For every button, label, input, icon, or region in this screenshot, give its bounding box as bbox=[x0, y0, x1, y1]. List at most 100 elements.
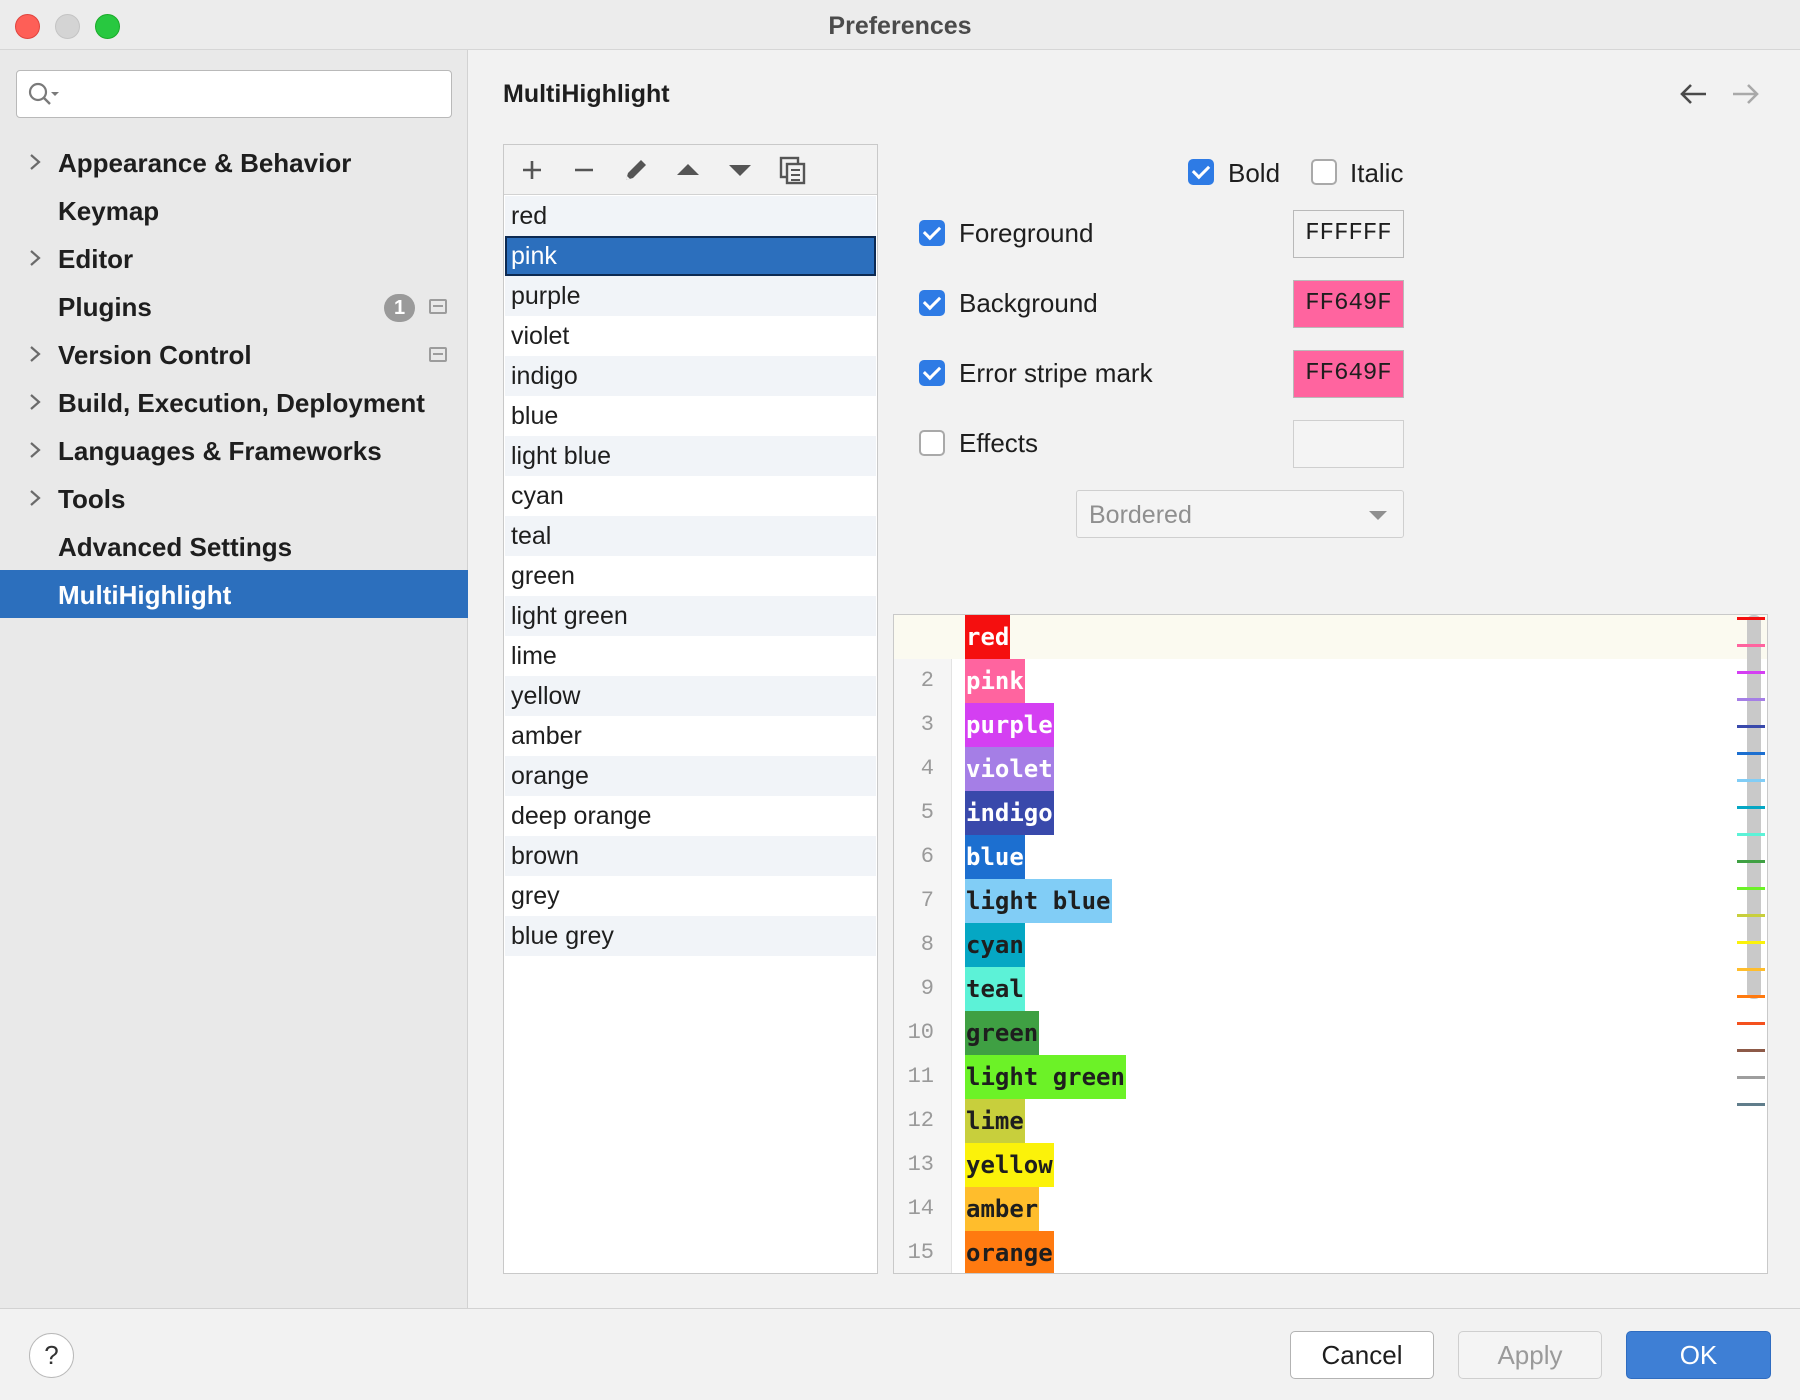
error-stripe-mark[interactable] bbox=[1737, 617, 1765, 620]
list-item-label: violet bbox=[511, 322, 570, 350]
list-item[interactable]: yellow bbox=[505, 676, 876, 716]
background-color-field[interactable]: FF649F bbox=[1293, 280, 1404, 328]
italic-checkbox[interactable] bbox=[1311, 159, 1337, 185]
list-item[interactable]: blue bbox=[505, 396, 876, 436]
effects-type-dropdown[interactable]: Bordered bbox=[1076, 490, 1404, 538]
background-checkbox[interactable] bbox=[919, 290, 945, 316]
list-item[interactable]: teal bbox=[505, 516, 876, 556]
list-item[interactable]: red bbox=[505, 196, 876, 236]
error-stripe-mark[interactable] bbox=[1737, 860, 1765, 863]
effects-color-field[interactable] bbox=[1293, 420, 1404, 468]
error-stripe-mark[interactable] bbox=[1737, 671, 1765, 674]
highlighted-token[interactable]: orange bbox=[965, 1231, 1054, 1273]
list-item[interactable]: amber bbox=[505, 716, 876, 756]
highlighted-token[interactable]: blue bbox=[965, 835, 1025, 879]
apply-button[interactable]: Apply bbox=[1458, 1331, 1602, 1379]
preview-line: amber bbox=[894, 1187, 1767, 1231]
chevron-right-icon[interactable] bbox=[28, 248, 42, 268]
help-button[interactable]: ? bbox=[29, 1333, 74, 1378]
highlighted-token[interactable]: light green bbox=[965, 1055, 1126, 1099]
error-stripe-mark[interactable] bbox=[1737, 1076, 1765, 1079]
background-label: Background bbox=[959, 288, 1098, 318]
error-stripe-color-field[interactable]: FF649F bbox=[1293, 350, 1404, 398]
add-icon[interactable] bbox=[516, 154, 548, 186]
list-item[interactable]: indigo bbox=[505, 356, 876, 396]
preferences-window: Preferences Appearance & Behavior Keymap E… bbox=[0, 0, 1800, 1400]
chevron-right-icon[interactable] bbox=[28, 440, 42, 460]
list-item[interactable]: violet bbox=[505, 316, 876, 356]
copy-icon[interactable] bbox=[776, 154, 808, 186]
sidebar-item-advanced-settings[interactable]: Advanced Settings bbox=[0, 522, 468, 570]
list-item[interactable]: blue grey bbox=[505, 916, 876, 956]
list-item-label: yellow bbox=[511, 682, 581, 710]
move-up-icon[interactable] bbox=[672, 154, 704, 186]
error-stripe-mark[interactable] bbox=[1737, 968, 1765, 971]
error-stripe-mark[interactable] bbox=[1737, 779, 1765, 782]
foreground-color-field[interactable]: FFFFFF bbox=[1293, 210, 1404, 258]
sidebar-item-appearance-behavior[interactable]: Appearance & Behavior bbox=[0, 138, 468, 186]
error-stripe-mark[interactable] bbox=[1737, 806, 1765, 809]
highlighted-token[interactable]: teal bbox=[965, 967, 1025, 1011]
effects-checkbox[interactable] bbox=[919, 430, 945, 456]
error-stripe-mark[interactable] bbox=[1737, 833, 1765, 836]
list-item[interactable]: deep orange bbox=[505, 796, 876, 836]
chevron-right-icon[interactable] bbox=[28, 392, 42, 412]
sidebar-item-multihighlight[interactable]: MultiHighlight bbox=[0, 570, 468, 618]
highlighted-token[interactable]: yellow bbox=[965, 1143, 1054, 1187]
highlighted-token[interactable]: cyan bbox=[965, 923, 1025, 967]
sidebar-item-languages-frameworks[interactable]: Languages & Frameworks bbox=[0, 426, 468, 474]
highlighted-token[interactable]: light blue bbox=[965, 879, 1112, 923]
error-stripe-mark[interactable] bbox=[1737, 698, 1765, 701]
sidebar-item-keymap[interactable]: Keymap bbox=[0, 186, 468, 234]
error-stripe-mark[interactable] bbox=[1737, 644, 1765, 647]
error-stripe-mark[interactable] bbox=[1737, 1022, 1765, 1025]
error-stripe-mark[interactable] bbox=[1737, 887, 1765, 890]
error-stripe-mark[interactable] bbox=[1737, 1049, 1765, 1052]
settings-search-box[interactable] bbox=[16, 70, 452, 118]
sidebar-item-tools[interactable]: Tools bbox=[0, 474, 468, 522]
highlighted-token[interactable]: pink bbox=[965, 659, 1025, 703]
highlighted-token[interactable]: purple bbox=[965, 703, 1054, 747]
chevron-right-icon[interactable] bbox=[28, 152, 42, 172]
sidebar-item-version-control[interactable]: Version Control bbox=[0, 330, 468, 378]
highlighted-token[interactable]: red bbox=[965, 615, 1011, 659]
list-item[interactable]: pink bbox=[505, 236, 876, 276]
sidebar-item-editor[interactable]: Editor bbox=[0, 234, 468, 282]
list-item[interactable]: cyan bbox=[505, 476, 876, 516]
list-item[interactable]: lime bbox=[505, 636, 876, 676]
sidebar-item-plugins[interactable]: Plugins 1 bbox=[0, 282, 468, 330]
list-item[interactable]: orange bbox=[505, 756, 876, 796]
settings-search-input[interactable] bbox=[65, 77, 435, 111]
list-item[interactable]: brown bbox=[505, 836, 876, 876]
move-down-icon[interactable] bbox=[724, 154, 756, 186]
error-stripe-mark[interactable] bbox=[1737, 941, 1765, 944]
edit-pencil-icon[interactable] bbox=[620, 154, 652, 186]
cancel-button[interactable]: Cancel bbox=[1290, 1331, 1434, 1379]
error-stripe-mark[interactable] bbox=[1737, 1103, 1765, 1106]
list-item[interactable]: purple bbox=[505, 276, 876, 316]
sidebar-item-label: Appearance & Behavior bbox=[58, 148, 352, 178]
highlighted-token[interactable]: lime bbox=[965, 1099, 1025, 1143]
list-item[interactable]: light blue bbox=[505, 436, 876, 476]
highlighted-token[interactable]: amber bbox=[965, 1187, 1040, 1231]
highlighted-token[interactable]: green bbox=[965, 1011, 1040, 1055]
error-stripe-mark[interactable] bbox=[1737, 752, 1765, 755]
error-stripe-checkbox[interactable] bbox=[919, 360, 945, 386]
list-item[interactable]: green bbox=[505, 556, 876, 596]
forward-arrow-icon[interactable] bbox=[1731, 80, 1761, 108]
error-stripe-mark[interactable] bbox=[1737, 995, 1765, 998]
list-item[interactable]: light green bbox=[505, 596, 876, 636]
back-arrow-icon[interactable] bbox=[1678, 80, 1708, 108]
bold-checkbox[interactable] bbox=[1188, 159, 1214, 185]
remove-icon[interactable] bbox=[568, 154, 600, 186]
error-stripe-mark[interactable] bbox=[1737, 914, 1765, 917]
ok-button[interactable]: OK bbox=[1626, 1331, 1771, 1379]
error-stripe-mark[interactable] bbox=[1737, 725, 1765, 728]
highlighted-token[interactable]: indigo bbox=[965, 791, 1054, 835]
foreground-checkbox[interactable] bbox=[919, 220, 945, 246]
sidebar-item-build-execution-deployment[interactable]: Build, Execution, Deployment bbox=[0, 378, 468, 426]
highlighted-token[interactable]: violet bbox=[965, 747, 1054, 791]
list-item[interactable]: grey bbox=[505, 876, 876, 916]
chevron-right-icon[interactable] bbox=[28, 344, 42, 364]
chevron-right-icon[interactable] bbox=[28, 488, 42, 508]
